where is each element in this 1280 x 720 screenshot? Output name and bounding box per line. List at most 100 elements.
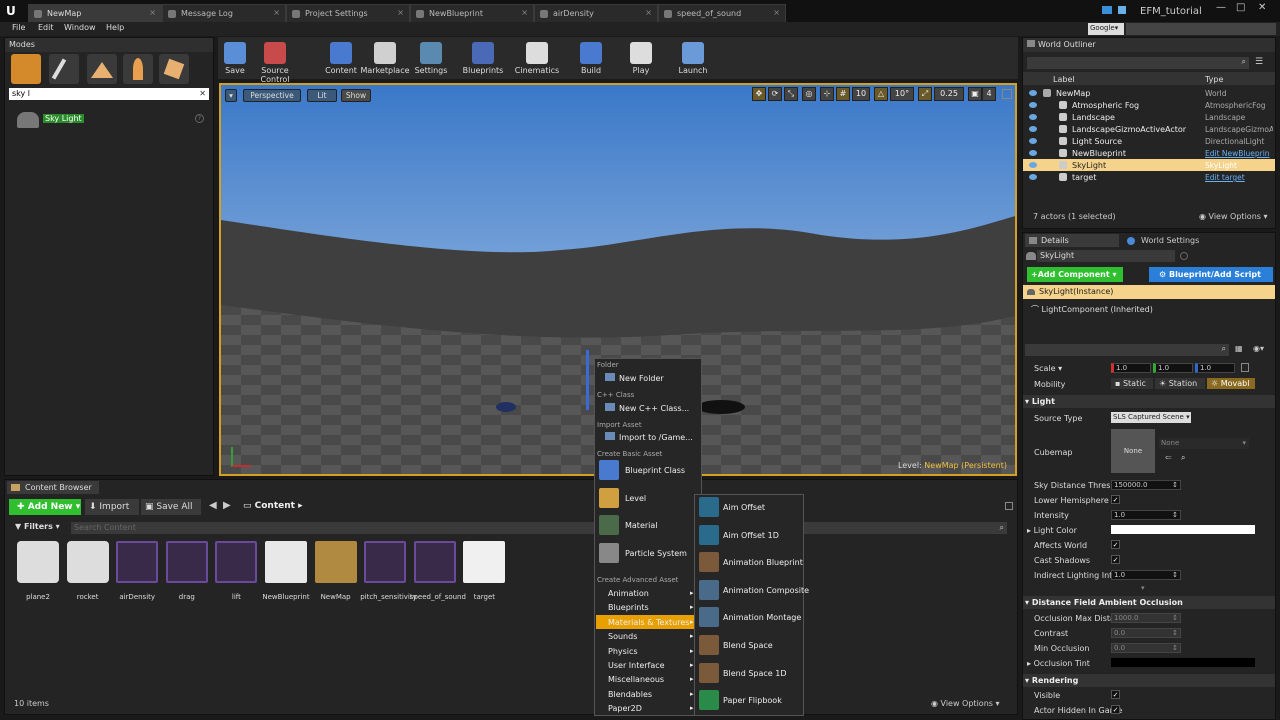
scale-x-input[interactable]: 1.0 (1111, 363, 1151, 373)
scale-snap-icon[interactable]: ⤢ (918, 87, 932, 101)
details-search-input[interactable]: ⌕ (1025, 344, 1229, 356)
advanced-category-item[interactable]: Blueprints ▸ (596, 600, 700, 614)
advanced-category-item[interactable]: Blendables ▸ (596, 687, 700, 701)
light-component-row[interactable]: ⌒ LightComponent (Inherited) (1031, 304, 1153, 315)
submenu-item[interactable]: Blend Space 1D (723, 669, 787, 678)
scale-z-input[interactable]: 1.0 (1195, 363, 1235, 373)
close-window-button[interactable]: ✕ (1258, 2, 1266, 13)
tab-newmap[interactable]: NewMap × (28, 4, 162, 22)
advanced-category-item[interactable]: Paper2D ▸ (596, 701, 700, 715)
content-search-input[interactable]: Search Content ⌕ (71, 522, 1007, 534)
save-all-button[interactable]: ▣ Save All (141, 499, 201, 515)
affects-world-checkbox[interactable]: ✓ (1111, 540, 1120, 549)
light-color-swatch[interactable] (1111, 525, 1255, 534)
tab-message-log[interactable]: Message Log × (162, 4, 286, 22)
close-icon[interactable]: × (149, 8, 156, 17)
mobility-static-button[interactable]: ▪ Static (1111, 378, 1153, 389)
minimize-button[interactable]: — (1216, 2, 1226, 13)
advanced-category-item[interactable]: Animation ▸ (596, 586, 700, 600)
cubemap-asset-select[interactable]: None ▾ (1159, 438, 1249, 449)
settings-button[interactable]: Settings (406, 40, 456, 78)
menu-edit[interactable]: Edit (38, 23, 54, 32)
source-type-select[interactable]: SLS Captured Scene ▾ (1111, 412, 1191, 423)
translate-tool-icon[interactable]: ✥ (752, 87, 766, 101)
rotate-tool-icon[interactable]: ⟳ (768, 87, 782, 101)
visibility-eye-icon[interactable] (1029, 174, 1037, 180)
import-button[interactable]: ⬇ Import (85, 499, 139, 515)
cast-shadows-checkbox[interactable]: ✓ (1111, 555, 1120, 564)
outliner-row[interactable]: Landscape Landscape (1023, 111, 1275, 123)
visibility-eye-icon[interactable] (1029, 126, 1037, 132)
submenu-item[interactable]: Aim Offset 1D (723, 531, 779, 540)
add-component-button[interactable]: +Add Component ▾ (1027, 267, 1123, 282)
show-button[interactable]: Show (341, 89, 371, 102)
advanced-category-item[interactable]: Materials & Textures ▸ (596, 614, 700, 629)
camera-speed-value[interactable]: 4 (982, 87, 996, 101)
browse-asset-icon[interactable]: ⌕ (1181, 453, 1185, 463)
contrast-input[interactable]: 0.0 ↕ (1111, 628, 1181, 638)
info-icon[interactable]: ? (195, 114, 204, 123)
class-search-input[interactable]: sky l ✕ (9, 88, 209, 100)
add-new-button[interactable]: ✚ Add New ▾ (9, 499, 81, 515)
submenu-item[interactable]: Animation Composite (723, 586, 809, 595)
new-folder-item[interactable]: New Folder (605, 373, 664, 383)
cubemap-thumbnail[interactable]: None (1111, 429, 1155, 473)
asset-thumbnail[interactable] (17, 541, 59, 583)
scale-lock-icon[interactable] (1241, 363, 1249, 372)
content-view-options[interactable]: ◉ View Options ▾ (931, 699, 1000, 708)
outliner-view-options[interactable]: ◉ View Options ▾ (1199, 212, 1268, 221)
help-search-input[interactable] (1126, 23, 1276, 35)
lock-icon[interactable] (1180, 252, 1188, 260)
visibility-eye-icon[interactable] (1029, 162, 1037, 168)
launch-button[interactable]: Launch (668, 40, 718, 78)
skylight-result-item[interactable]: Sky Light ? (15, 110, 205, 130)
menu-window[interactable]: Window (64, 23, 96, 32)
maximize-viewport-icon[interactable] (1002, 89, 1012, 99)
clear-search-icon[interactable]: ✕ (199, 88, 206, 99)
submenu-item[interactable]: Aim Offset (723, 503, 765, 512)
foliage-mode-icon[interactable] (123, 54, 153, 84)
rotation-snap-value[interactable]: 10° (890, 87, 914, 101)
filters-button[interactable]: ▼ Filters ▾ (15, 522, 60, 531)
lower-hemisphere-checkbox[interactable]: ✓ (1111, 495, 1120, 504)
cinematics-button[interactable]: Cinematics (512, 40, 562, 78)
tab-speed-of-sound[interactable]: speed_of_sound × (658, 4, 786, 22)
grid-snap-icon[interactable]: # (836, 87, 850, 101)
basic-asset-item[interactable]: Level (625, 494, 646, 503)
place-mode-icon[interactable] (11, 54, 41, 84)
blueprint-add-script-button[interactable]: ⚙ Blueprint/Add Script (1149, 267, 1273, 282)
build-button[interactable]: Build (566, 40, 616, 78)
submenu-item[interactable]: Animation Montage (723, 613, 801, 622)
submenu-item[interactable]: Blend Space (723, 641, 773, 650)
outliner-row-type[interactable]: Edit target (1205, 173, 1273, 182)
menu-help[interactable]: Help (106, 23, 124, 32)
visibility-eye-icon[interactable] (1029, 102, 1037, 108)
visibility-eye-icon[interactable] (1029, 114, 1037, 120)
landscape-mode-icon[interactable] (87, 54, 117, 84)
occlusion-max-input[interactable]: 1000.0 ↕ (1111, 613, 1181, 623)
asset-thumbnail[interactable] (364, 541, 407, 583)
col-label[interactable]: Label (1053, 75, 1075, 84)
play-button[interactable]: Play (616, 40, 666, 78)
scale-tool-icon[interactable]: ⤡ (784, 87, 798, 101)
occlusion-tint-swatch[interactable] (1111, 658, 1255, 667)
tab-project-settings[interactable]: Project Settings × (286, 4, 410, 22)
viewport-options-button[interactable]: ▾ (225, 89, 237, 102)
scale-y-input[interactable]: 1.0 (1153, 363, 1193, 373)
light-section-header[interactable]: ▾ Light (1023, 395, 1275, 408)
menu-file[interactable]: File (12, 23, 25, 32)
scale-snap-value[interactable]: 0.25 (934, 87, 964, 101)
mobility-stationary-button[interactable]: ☀ Station (1155, 378, 1205, 389)
geometry-mode-icon[interactable] (159, 54, 189, 84)
advanced-expand-icon[interactable]: ▾ (1141, 584, 1145, 592)
dock-icon[interactable] (1005, 502, 1013, 510)
path-breadcrumb[interactable]: ▭ Content ▸ (243, 501, 303, 511)
visibility-eye-icon[interactable] (1029, 138, 1037, 144)
import-item[interactable]: Import to /Game... (605, 432, 693, 442)
indirect-lighting-input[interactable]: 1.0 ↕ (1111, 570, 1181, 580)
visible-checkbox[interactable]: ✓ (1111, 690, 1120, 699)
outliner-settings-icon[interactable]: ☰ (1255, 57, 1269, 69)
download-icon[interactable] (1118, 6, 1126, 14)
submenu-item[interactable]: Animation Blueprint (723, 558, 803, 567)
content-button[interactable]: Content (316, 40, 366, 78)
